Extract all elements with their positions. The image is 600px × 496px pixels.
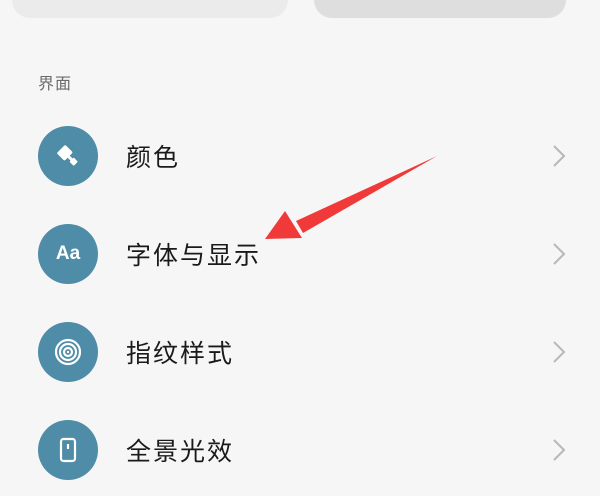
top-card-right[interactable]	[314, 0, 566, 18]
paint-roller-icon	[38, 126, 98, 186]
font-aa-icon: Aa	[38, 224, 98, 284]
list-item-label: 字体与显示	[126, 241, 262, 270]
list-item-fingerprint-style[interactable]: 指纹样式	[0, 300, 600, 398]
settings-list: 颜色 Aa 字体与显示 指纹样式 全景光效	[0, 104, 600, 496]
list-item-label: 全景光效	[126, 437, 235, 466]
list-item-label: 指纹样式	[126, 339, 235, 368]
fingerprint-icon	[38, 322, 98, 382]
list-item-ambient-light[interactable]: 全景光效	[0, 398, 600, 496]
chevron-right-icon	[553, 341, 566, 363]
chevron-right-icon	[553, 243, 566, 265]
top-card-left[interactable]	[12, 0, 288, 18]
chevron-right-icon	[553, 145, 566, 167]
list-item-color[interactable]: 颜色	[0, 104, 600, 202]
chevron-right-icon	[553, 439, 566, 461]
list-item-font-display[interactable]: Aa 字体与显示	[0, 202, 600, 300]
phone-light-icon	[38, 420, 98, 480]
list-item-label: 颜色	[126, 143, 181, 172]
section-title: 界面	[38, 74, 73, 93]
